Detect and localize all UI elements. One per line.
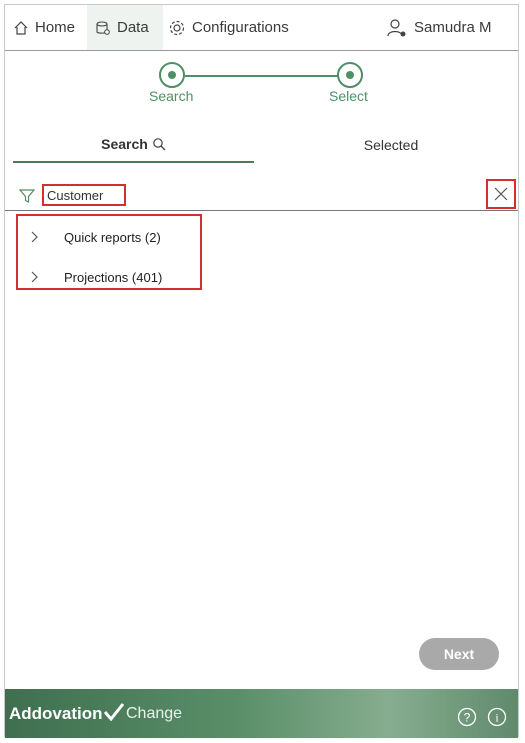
list-item-quick-reports[interactable]: Quick reports (2) — [18, 222, 200, 252]
results-list: Quick reports (2) Projections (401) — [16, 214, 202, 290]
clear-filter-button[interactable] — [486, 179, 516, 209]
step-select-indicator — [337, 62, 363, 88]
nav-user[interactable]: Samudra M — [386, 5, 516, 50]
tab-search-label: Search — [101, 136, 148, 152]
app-frame: Home Data Configurations Samudra M Searc… — [4, 4, 519, 738]
brand-name: Addovation — [9, 704, 103, 723]
nav-configurations[interactable]: Configurations — [168, 5, 318, 50]
svg-text:i: i — [495, 711, 499, 725]
step-search-indicator — [159, 62, 185, 88]
info-icon[interactable]: i — [487, 707, 507, 727]
brand-suffix: Change — [126, 705, 183, 722]
tab-search[interactable]: Search — [13, 127, 254, 163]
nav-data[interactable]: Data — [87, 5, 163, 50]
nav-home[interactable]: Home — [13, 5, 93, 50]
filter-row — [5, 179, 518, 211]
tab-selected-label: Selected — [363, 137, 419, 153]
next-button[interactable]: Next — [419, 638, 499, 670]
nav-user-label: Samudra M — [414, 19, 492, 36]
chevron-right-icon — [31, 231, 38, 243]
nav-home-label: Home — [35, 19, 76, 36]
user-settings-icon — [387, 18, 406, 36]
step-search-label: Search — [149, 88, 194, 104]
chevron-right-icon — [31, 271, 38, 283]
list-item-label: Quick reports (2) — [64, 229, 161, 245]
nav-data-label: Data — [117, 19, 149, 36]
close-icon — [494, 187, 508, 201]
filter-input[interactable] — [42, 184, 126, 206]
list-item-projections[interactable]: Projections (401) — [18, 262, 200, 292]
nav-configurations-label: Configurations — [192, 19, 289, 36]
home-icon — [14, 20, 28, 35]
checkmark-logo-icon — [104, 703, 124, 721]
search-icon — [153, 138, 166, 151]
tab-selected[interactable]: Selected — [271, 127, 511, 163]
gear-icon — [169, 20, 185, 35]
stepper-line — [185, 75, 349, 77]
footer: Addovation Change ? i — [5, 689, 518, 738]
step-select-label: Select — [329, 88, 368, 104]
filter-icon — [19, 189, 35, 203]
database-icon — [96, 20, 110, 35]
help-icon[interactable]: ? — [457, 707, 477, 727]
list-item-label: Projections (401) — [64, 269, 163, 285]
svg-text:?: ? — [464, 711, 471, 725]
top-nav: Home Data Configurations Samudra M — [5, 5, 518, 51]
